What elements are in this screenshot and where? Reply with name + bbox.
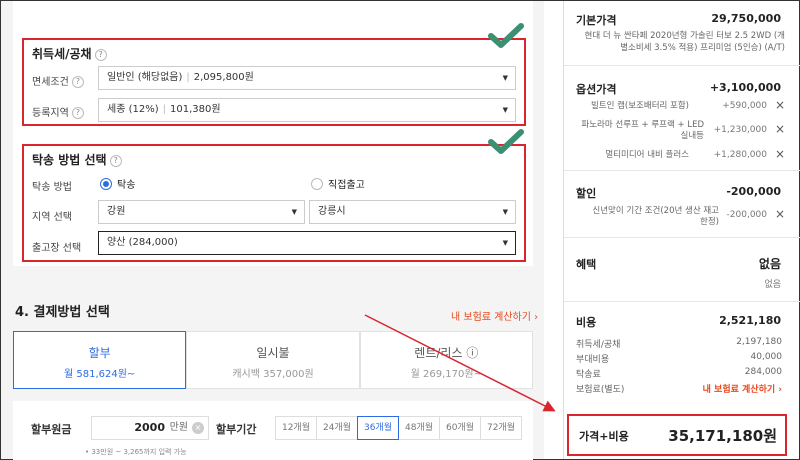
option-price-label: 옵션가격	[576, 83, 617, 96]
tab-lump-sum-label: 일시불	[256, 346, 290, 360]
principal-unit: 만원	[169, 422, 188, 433]
period-options: 12개월 24개월 36개월 48개월 60개월 72개월	[275, 416, 522, 440]
discount-item-line: 신년맞이 기간 조건(20년 생산 재고	[592, 206, 719, 216]
option-price-value: +3,100,000	[709, 81, 781, 94]
payment-section-title: 4. 결제방법 선택	[15, 305, 110, 320]
month-option-12[interactable]: 12개월	[275, 416, 317, 440]
cost-row: 취득세/공채 2,197,180	[576, 337, 782, 350]
total-price-box: 가격+비용 35,171,180원	[567, 414, 787, 456]
cost-row-value: 40,000	[750, 352, 783, 362]
benefit-label: 혜택	[576, 258, 597, 271]
insurance-calc-link[interactable]: 내 보험료 계산하기 ›	[451, 308, 538, 323]
remove-option-icon[interactable]: ×	[775, 147, 785, 161]
discount-item-price: -200,000	[726, 210, 767, 220]
total-label: 가격+비용	[579, 430, 629, 443]
payment-tabs: 할부 월 581,624원~ 일시불 캐시백 357,000원 렌트/리스 ⓘ …	[13, 331, 533, 389]
option-item-name-line: 멀티미디어 내비 플러스	[605, 150, 689, 160]
principal-value: 2000	[134, 421, 165, 434]
option-item-name: 빌트인 캠(보조배터리 포함)	[569, 101, 689, 112]
base-desc-line1: 현대 더 뉴 싼타페 2020년형 가솔린 터보 2.5 2WD (개	[584, 31, 785, 41]
discount-item-line: 한정)	[700, 217, 719, 227]
benefit-sub: 없음	[764, 280, 781, 290]
discount-label: 할인	[576, 187, 597, 200]
checkmark-icon	[488, 129, 524, 154]
tab-installment-sub: 월 581,624원~	[64, 369, 136, 380]
checkmark-icon	[488, 23, 524, 48]
remove-discount-icon[interactable]: ×	[775, 207, 785, 221]
discount-value: -200,000	[726, 185, 781, 198]
tab-rent-lease-sub: 월 269,170원~	[410, 369, 482, 380]
option-item-name: 파노라마 선루프 + 루프랙 + LED 실내등	[564, 120, 704, 142]
cost-row-name: 보험료(별도)	[576, 385, 625, 395]
benefit-value: 없음	[758, 257, 781, 271]
month-option-48[interactable]: 48개월	[398, 416, 440, 440]
option-item-name: 멀티미디어 내비 플러스	[569, 150, 689, 161]
discount-item-name: 신년맞이 기간 조건(20년 생산 재고 한정)	[569, 206, 719, 228]
principal-label: 할부원금	[31, 423, 72, 436]
cost-row-name: 취득세/공채	[576, 340, 621, 350]
base-price-value: 29,750,000	[711, 12, 781, 25]
price-summary-panel: 기본가격 29,750,000 현대 더 뉴 싼타페 2020년형 가솔린 터보…	[563, 1, 800, 459]
divider	[564, 237, 800, 238]
option-item-price: +590,000	[722, 101, 767, 111]
divider	[564, 170, 800, 171]
clear-icon[interactable]: ×	[192, 422, 204, 434]
config-panel: 취득세/공채? 면세조건? 일반인 (해당없음) | 2,095,800원 ▼ 등록…	[1, 1, 544, 460]
cost-row: 탁송료 284,000	[576, 367, 782, 380]
divider	[564, 65, 800, 66]
option-item-name-line: 실내등	[680, 131, 704, 141]
base-price-label: 기본가격	[576, 14, 617, 27]
base-desc-line2: 별소비세 3.5% 적용) 프리미엄 (5인승) (A/T)	[620, 43, 785, 53]
tab-lump-sum-sub: 캐시백 357,000원	[232, 369, 314, 380]
tab-installment[interactable]: 할부 월 581,624원~	[13, 331, 187, 389]
tab-installment-label: 할부	[88, 346, 111, 360]
principal-input[interactable]: 2000 만원 ×	[91, 416, 209, 440]
remove-option-icon[interactable]: ×	[775, 122, 785, 136]
option-item-name-line: 파노라마 선루프 + 루프랙 + LED	[581, 120, 704, 130]
cost-row-value: 284,000	[744, 367, 782, 377]
period-label: 할부기간	[216, 423, 257, 436]
cost-row: 부대비용 40,000	[576, 352, 782, 365]
cost-row: 보험료(별도) 내 보험료 계산하기 ›	[576, 382, 782, 395]
month-option-60[interactable]: 60개월	[439, 416, 481, 440]
cost-label: 비용	[576, 316, 597, 329]
cost-row-name: 탁송료	[576, 370, 601, 380]
option-item-price: +1,230,000	[713, 125, 767, 135]
highlight-delivery-box	[22, 144, 526, 262]
base-price-desc: 현대 더 뉴 싼타페 2020년형 가솔린 터보 2.5 2WD (개 별소비세…	[570, 30, 785, 54]
insurance-calc-link-summary[interactable]: 내 보험료 계산하기 ›	[703, 382, 782, 395]
option-item-name-line: 빌트인 캠(보조배터리 포함)	[590, 101, 689, 111]
total-value: 35,171,180원	[668, 427, 777, 445]
tab-rent-lease-label: 렌트/리스 ⓘ	[414, 346, 479, 360]
cost-value: 2,521,180	[719, 314, 781, 327]
divider	[564, 301, 800, 302]
highlight-tax-box	[22, 38, 526, 126]
remove-option-icon[interactable]: ×	[775, 98, 785, 112]
tab-rent-lease[interactable]: 렌트/리스 ⓘ 월 269,170원~	[359, 331, 533, 389]
tab-lump-sum[interactable]: 일시불 캐시백 357,000원	[186, 331, 360, 389]
cost-row-value: 2,197,180	[736, 337, 782, 347]
month-option-24[interactable]: 24개월	[316, 416, 358, 440]
option-item-price: +1,280,000	[713, 150, 767, 160]
principal-hint: • 33만원 ~ 3,265까지 입력 가능	[85, 448, 187, 456]
cost-row-name: 부대비용	[576, 355, 610, 365]
month-option-36[interactable]: 36개월	[357, 416, 399, 440]
month-option-72[interactable]: 72개월	[480, 416, 522, 440]
